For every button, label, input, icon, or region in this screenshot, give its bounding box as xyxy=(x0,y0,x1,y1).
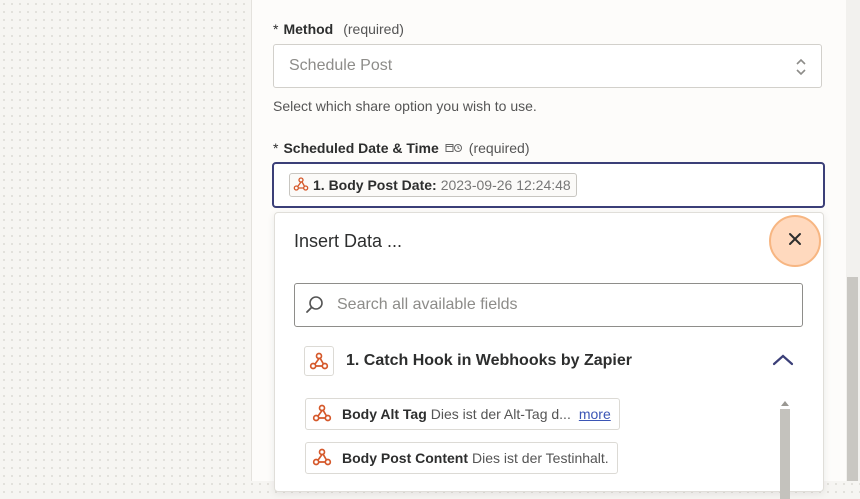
method-selected-value: Schedule Post xyxy=(289,57,393,74)
insert-data-dropdown: Insert Data ... 1. Catch Hook in Webhook… xyxy=(274,212,824,499)
close-icon xyxy=(788,232,802,251)
field-item-value: Dies ist der Testinhalt. xyxy=(472,450,609,466)
insert-data-title: Insert Data ... xyxy=(294,231,403,251)
more-link[interactable]: more xyxy=(579,406,611,422)
select-arrows-icon xyxy=(795,57,807,82)
mapped-field-pill[interactable]: 1. Body Post Date: 2023-09-26 12:24:48 xyxy=(289,173,577,197)
calendar-clock-icon xyxy=(445,143,463,153)
webhook-icon xyxy=(293,176,309,195)
field-list-scrollbar-thumb[interactable] xyxy=(780,409,790,499)
pill-label: 1. Body Post Date: xyxy=(313,177,437,193)
app-group-header[interactable]: 1. Catch Hook in Webhooks by Zapier xyxy=(304,344,794,378)
method-label-text: Method xyxy=(283,21,334,37)
method-required-text: (required) xyxy=(343,21,404,37)
field-item-body-alt-tag[interactable]: Body Alt Tag Dies ist der Alt-Tag d... m… xyxy=(305,398,620,430)
scheduled-date-input[interactable]: 1. Body Post Date: 2023-09-26 12:24:48 xyxy=(272,162,825,208)
field-list-scrollbar[interactable] xyxy=(779,393,791,499)
field-item-label: Body Alt Tag xyxy=(342,406,427,422)
scheduled-label: * Scheduled Date & Time (required) xyxy=(273,140,530,156)
webhook-icon xyxy=(304,346,334,376)
search-field[interactable] xyxy=(294,283,803,327)
field-item-label: Body Post Content xyxy=(342,450,468,466)
method-select[interactable]: Schedule Post xyxy=(273,44,822,88)
webhook-icon xyxy=(312,447,332,470)
scheduled-label-text: Scheduled Date & Time xyxy=(283,140,439,156)
chevron-up-icon[interactable] xyxy=(772,353,794,372)
required-star: * xyxy=(273,140,279,156)
webhook-icon xyxy=(312,403,332,426)
pill-value: 2023-09-26 12:24:48 xyxy=(440,177,571,193)
method-label: * Method (required) xyxy=(273,21,404,37)
required-star: * xyxy=(273,21,279,37)
field-item-body-post-content[interactable]: Body Post Content Dies ist der Testinhal… xyxy=(305,442,618,474)
app-group-title: 1. Catch Hook in Webhooks by Zapier xyxy=(346,352,632,369)
close-button[interactable] xyxy=(769,215,821,267)
search-icon xyxy=(305,295,325,315)
scheduled-required-text: (required) xyxy=(468,140,530,156)
method-help-text: Select which share option you wish to us… xyxy=(273,98,537,114)
page-scrollbar-thumb[interactable] xyxy=(847,277,858,481)
search-input[interactable] xyxy=(335,295,779,315)
field-item-value: Dies ist der Alt-Tag d... xyxy=(430,406,571,422)
